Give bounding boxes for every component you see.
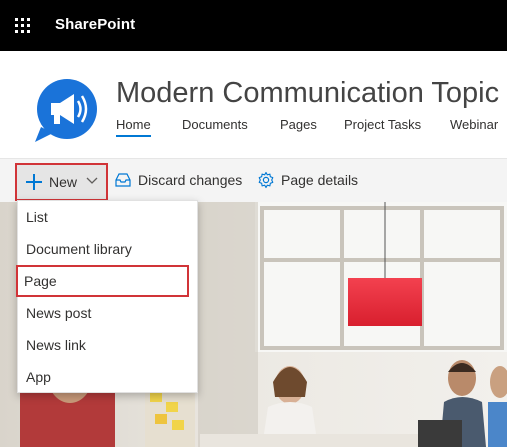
menu-item-label: News link: [26, 337, 86, 353]
nav-item-webinar[interactable]: Webinar: [450, 117, 498, 135]
menu-item-news-link[interactable]: News link: [18, 329, 197, 361]
discard-changes-label: Discard changes: [138, 172, 243, 188]
new-button[interactable]: New: [15, 163, 108, 201]
site-header: Modern Communication Topic Home Document…: [0, 51, 507, 158]
discard-changes-button[interactable]: Discard changes: [114, 172, 244, 190]
site-title: Modern Communication Topic: [116, 77, 500, 109]
menu-item-page[interactable]: Page: [16, 265, 189, 297]
command-bar: New Discard changes Page details: [0, 158, 507, 202]
menu-item-label: News post: [26, 305, 92, 321]
menu-item-label: List: [26, 209, 48, 225]
menu-item-news-post[interactable]: News post: [18, 297, 197, 329]
nav-item-home[interactable]: Home: [116, 117, 151, 137]
plus-icon: [26, 174, 42, 190]
discard-icon: [115, 173, 131, 187]
page-details-label: Page details: [281, 172, 359, 188]
new-dropdown-menu: List Document library Page News post New…: [16, 200, 198, 393]
gear-icon: [258, 171, 274, 189]
menu-item-document-library[interactable]: Document library: [18, 233, 197, 265]
page-details-button[interactable]: Page details: [257, 171, 361, 190]
menu-item-label: App: [26, 369, 51, 385]
megaphone-logo-icon[interactable]: [33, 79, 97, 143]
suite-title[interactable]: SharePoint: [55, 16, 135, 33]
nav-item-pages[interactable]: Pages: [280, 117, 317, 135]
menu-item-app[interactable]: App: [18, 361, 197, 393]
nav-item-project-tasks[interactable]: Project Tasks: [344, 117, 421, 135]
chevron-down-icon: [86, 177, 98, 184]
nav-item-documents[interactable]: Documents: [182, 117, 248, 135]
menu-item-list[interactable]: List: [18, 201, 197, 233]
menu-item-label: Page: [24, 273, 57, 289]
new-button-label: New: [49, 174, 78, 190]
menu-item-label: Document library: [26, 241, 132, 257]
app-launcher-icon[interactable]: [15, 18, 31, 34]
suite-bar: SharePoint: [0, 0, 507, 51]
